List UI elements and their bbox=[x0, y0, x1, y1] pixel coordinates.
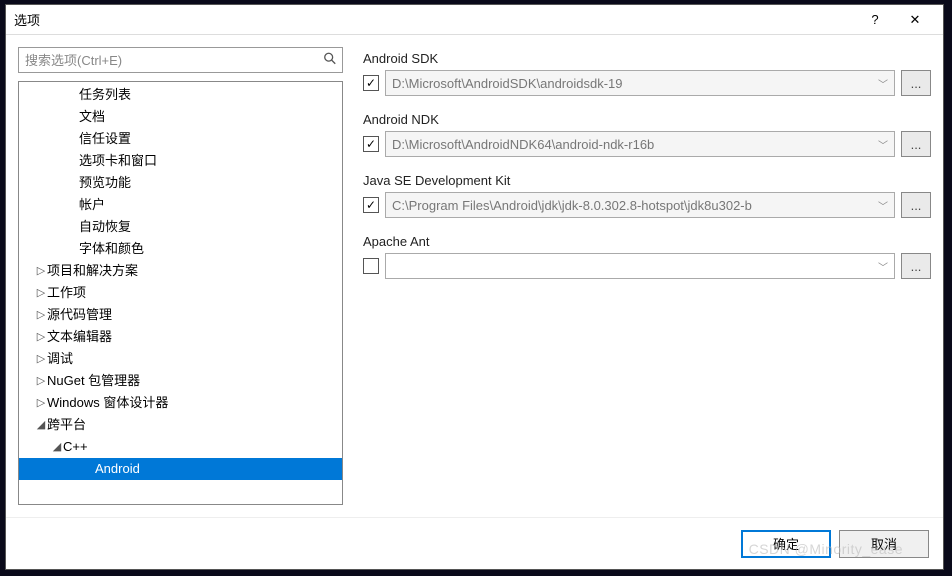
tree-item[interactable]: ▷源代码管理 bbox=[19, 304, 342, 326]
path-value: D:\Microsoft\AndroidNDK64\android-ndk-r1… bbox=[392, 137, 874, 152]
browse-button[interactable]: ... bbox=[901, 131, 931, 157]
tree-item-label: 源代码管理 bbox=[47, 304, 112, 326]
tree-item[interactable]: ▷NuGet 包管理器 bbox=[19, 370, 342, 392]
tree-item-label: 选项卡和窗口 bbox=[79, 150, 157, 172]
field-label: Apache Ant bbox=[363, 234, 931, 249]
tree-item-label: 调试 bbox=[47, 348, 73, 370]
chevron-down-icon: ﹀ bbox=[874, 259, 888, 274]
tree-item-label: 工作项 bbox=[47, 282, 86, 304]
field-row: ﹀... bbox=[363, 253, 931, 279]
tree-item[interactable]: 文档 bbox=[19, 106, 342, 128]
tree-item-label: 字体和颜色 bbox=[79, 238, 144, 260]
ok-button[interactable]: 确定 bbox=[741, 530, 831, 558]
tree-item[interactable]: ▷Windows 窗体设计器 bbox=[19, 392, 342, 414]
enable-checkbox[interactable] bbox=[363, 258, 379, 274]
tree-item[interactable]: ▷工作项 bbox=[19, 282, 342, 304]
search-input[interactable] bbox=[18, 47, 343, 73]
left-pane: 任务列表文档信任设置选项卡和窗口预览功能帐户自动恢复字体和颜色▷项目和解决方案▷… bbox=[18, 47, 343, 505]
path-combobox[interactable]: D:\Microsoft\AndroidNDK64\android-ndk-r1… bbox=[385, 131, 895, 157]
enable-checkbox[interactable] bbox=[363, 136, 379, 152]
path-value: D:\Microsoft\AndroidSDK\androidsdk-19 bbox=[392, 76, 874, 91]
settings-pane: Android SDK D:\Microsoft\AndroidSDK\andro… bbox=[363, 47, 931, 505]
field-row: D:\Microsoft\AndroidNDK64\android-ndk-r1… bbox=[363, 131, 931, 157]
field-row: D:\Microsoft\AndroidSDK\androidsdk-19﹀..… bbox=[363, 70, 931, 96]
close-icon: ✕ bbox=[910, 12, 921, 28]
browse-button[interactable]: ... bbox=[901, 70, 931, 96]
field-label: Android SDK bbox=[363, 51, 931, 66]
field-row: C:\Program Files\Android\jdk\jdk-8.0.302… bbox=[363, 192, 931, 218]
tree-item-label: 自动恢复 bbox=[79, 216, 131, 238]
tree-item-label: NuGet 包管理器 bbox=[47, 370, 140, 392]
cancel-button[interactable]: 取消 bbox=[839, 530, 929, 558]
chevron-down-icon: ﹀ bbox=[874, 76, 888, 91]
tree-item[interactable]: 选项卡和窗口 bbox=[19, 150, 342, 172]
chevron-right-icon[interactable]: ▷ bbox=[35, 348, 47, 370]
tree-item-label: 信任设置 bbox=[79, 128, 131, 150]
tree-item-label: 帐户 bbox=[79, 194, 105, 216]
field-label: Java SE Development Kit bbox=[363, 173, 931, 188]
chevron-right-icon[interactable]: ▷ bbox=[35, 392, 47, 414]
chevron-down-icon[interactable]: ◢ bbox=[35, 414, 47, 436]
setting-field: Apache Ant ﹀... bbox=[363, 234, 931, 279]
tree-item[interactable]: 字体和颜色 bbox=[19, 238, 342, 260]
tree-item[interactable]: ◢C++ bbox=[19, 436, 342, 458]
path-combobox[interactable]: C:\Program Files\Android\jdk\jdk-8.0.302… bbox=[385, 192, 895, 218]
search-wrapper bbox=[18, 47, 343, 73]
chevron-right-icon[interactable]: ▷ bbox=[35, 304, 47, 326]
chevron-right-icon[interactable]: ▷ bbox=[35, 370, 47, 392]
tree-item-label: 预览功能 bbox=[79, 172, 131, 194]
chevron-down-icon[interactable]: ◢ bbox=[51, 436, 63, 458]
tree-item-label: 文档 bbox=[79, 106, 105, 128]
tree-item-label: 项目和解决方案 bbox=[47, 260, 138, 282]
tree-item-label: 跨平台 bbox=[47, 414, 86, 436]
tree-item-label: 任务列表 bbox=[79, 84, 131, 106]
tree-item[interactable]: 信任设置 bbox=[19, 128, 342, 150]
tree-item[interactable]: 预览功能 bbox=[19, 172, 342, 194]
tree-item-label: 文本编辑器 bbox=[47, 326, 112, 348]
field-label: Android NDK bbox=[363, 112, 931, 127]
tree-item-label: Android bbox=[95, 458, 140, 480]
close-button[interactable]: ✕ bbox=[895, 5, 935, 35]
tree-item-label: Windows 窗体设计器 bbox=[47, 392, 168, 414]
path-value: C:\Program Files\Android\jdk\jdk-8.0.302… bbox=[392, 198, 874, 213]
tree-item[interactable]: 帐户 bbox=[19, 194, 342, 216]
tree-item[interactable]: Android bbox=[19, 458, 342, 480]
tree-item[interactable]: ▷项目和解决方案 bbox=[19, 260, 342, 282]
tree-item[interactable]: 自动恢复 bbox=[19, 216, 342, 238]
chevron-down-icon: ﹀ bbox=[874, 198, 888, 213]
tree-item-label: C++ bbox=[63, 436, 88, 458]
path-combobox[interactable]: D:\Microsoft\AndroidSDK\androidsdk-19﹀ bbox=[385, 70, 895, 96]
browse-button[interactable]: ... bbox=[901, 253, 931, 279]
enable-checkbox[interactable] bbox=[363, 75, 379, 91]
dialog-title: 选项 bbox=[14, 10, 855, 29]
tree-item[interactable]: ▷文本编辑器 bbox=[19, 326, 342, 348]
options-tree[interactable]: 任务列表文档信任设置选项卡和窗口预览功能帐户自动恢复字体和颜色▷项目和解决方案▷… bbox=[18, 81, 343, 505]
help-icon: ? bbox=[871, 12, 878, 27]
chevron-right-icon[interactable]: ▷ bbox=[35, 326, 47, 348]
browse-button[interactable]: ... bbox=[901, 192, 931, 218]
titlebar: 选项 ? ✕ bbox=[6, 5, 943, 35]
help-button[interactable]: ? bbox=[855, 5, 895, 35]
tree-item[interactable]: ◢跨平台 bbox=[19, 414, 342, 436]
options-dialog: 选项 ? ✕ 任务列表文档信任设置选项卡和窗口预览功能帐户自动恢复字体和颜色▷项… bbox=[5, 4, 944, 570]
enable-checkbox[interactable] bbox=[363, 197, 379, 213]
chevron-right-icon[interactable]: ▷ bbox=[35, 260, 47, 282]
tree-item[interactable]: 任务列表 bbox=[19, 84, 342, 106]
dialog-body: 任务列表文档信任设置选项卡和窗口预览功能帐户自动恢复字体和颜色▷项目和解决方案▷… bbox=[6, 35, 943, 517]
dialog-footer: 确定 取消 bbox=[6, 517, 943, 569]
setting-field: Java SE Development Kit C:\Program Files\… bbox=[363, 173, 931, 218]
chevron-right-icon[interactable]: ▷ bbox=[35, 282, 47, 304]
setting-field: Android NDK D:\Microsoft\AndroidNDK64\and… bbox=[363, 112, 931, 157]
chevron-down-icon: ﹀ bbox=[874, 137, 888, 152]
path-combobox[interactable]: ﹀ bbox=[385, 253, 895, 279]
setting-field: Android SDK D:\Microsoft\AndroidSDK\andro… bbox=[363, 51, 931, 96]
tree-item[interactable]: ▷调试 bbox=[19, 348, 342, 370]
